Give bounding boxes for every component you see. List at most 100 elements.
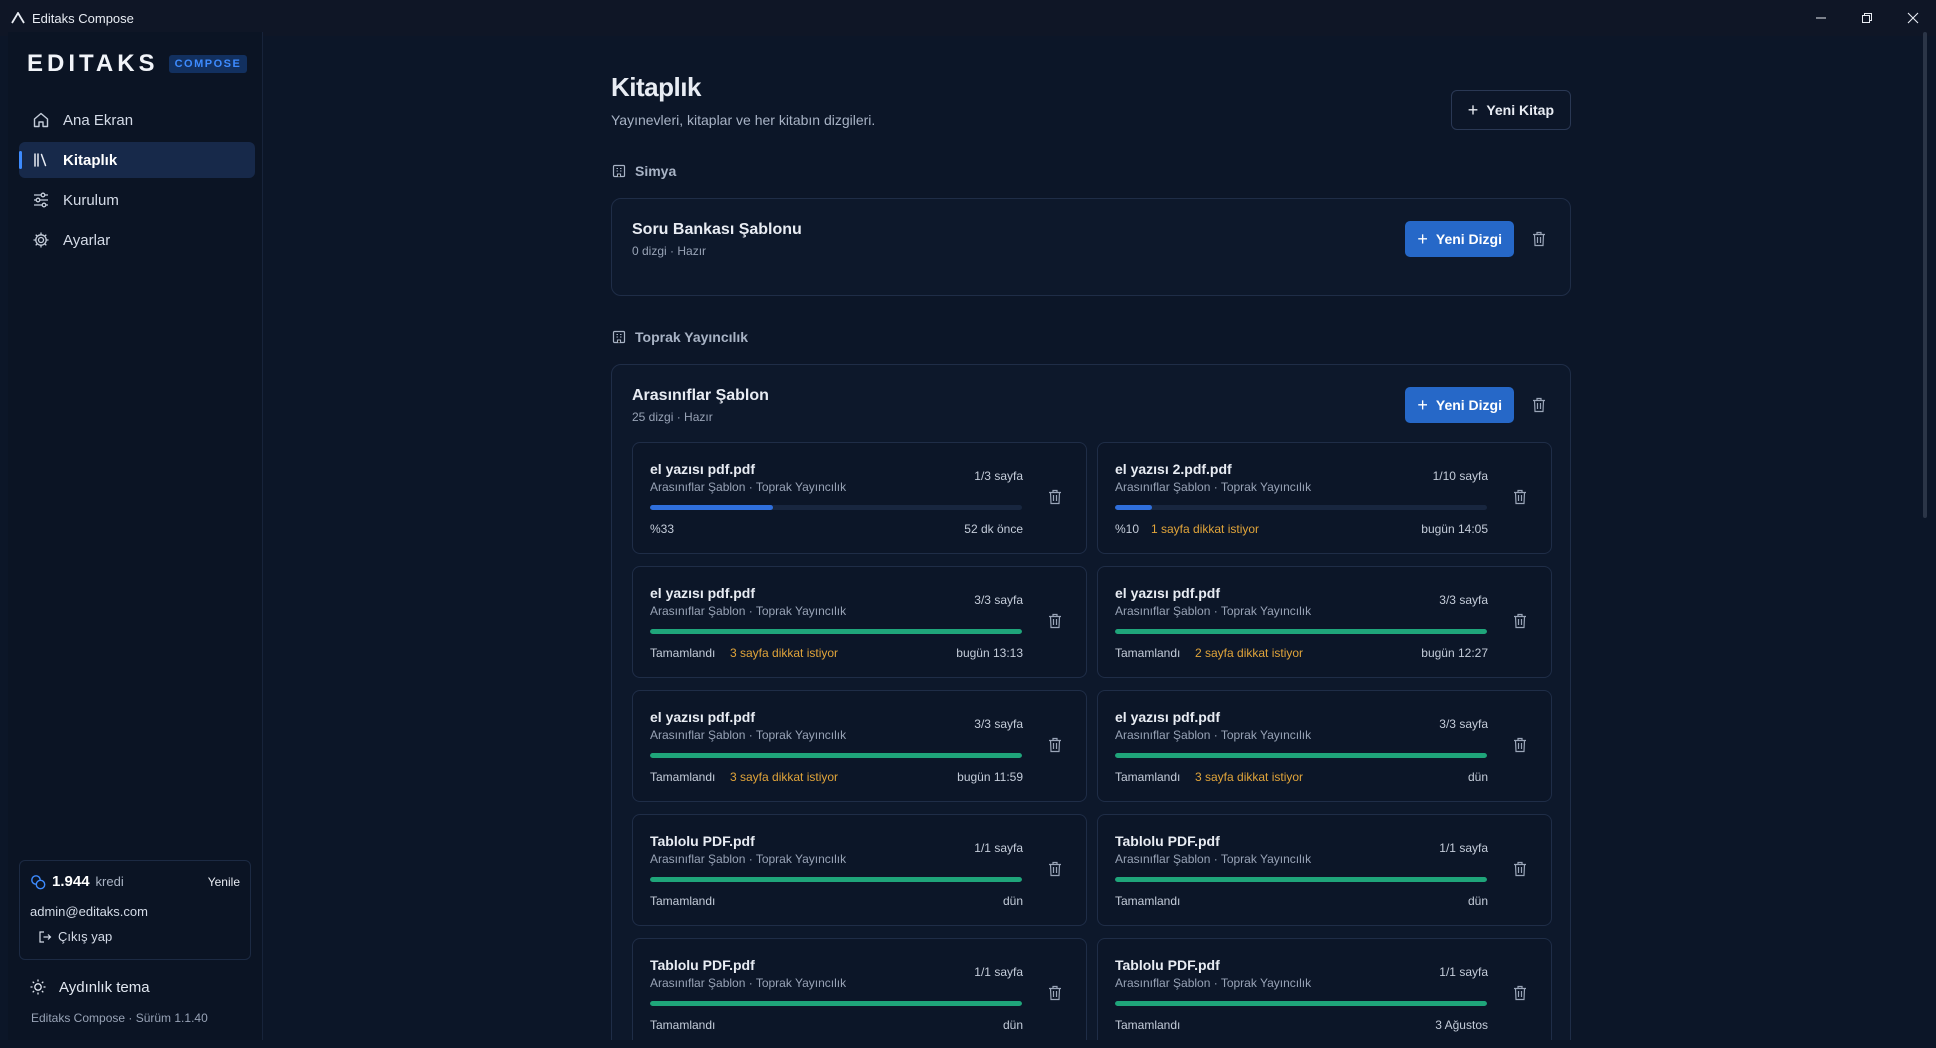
gear-icon xyxy=(31,230,51,250)
sidebar: EDITAKS COMPOSE Ana Ekran Kitaplık Kurul… xyxy=(8,32,263,1040)
typeset-subtitle: Arasınıflar Şablon · Toprak Yayıncılık xyxy=(1115,852,1312,866)
delete-typeset-button[interactable] xyxy=(1048,613,1062,629)
new-typeset-button[interactable]: + Yeni Dizgi xyxy=(1405,221,1514,257)
new-book-button[interactable]: + Yeni Kitap xyxy=(1450,90,1571,130)
typeset-status: Tamamlandı xyxy=(650,894,716,908)
progress-bar xyxy=(1115,629,1487,634)
minimize-button[interactable] xyxy=(1798,0,1844,36)
attention-warning: 1 sayfa dikkat istiyor xyxy=(1151,522,1260,536)
typeset-timestamp: bugün 11:59 xyxy=(957,770,1023,784)
home-icon xyxy=(31,110,51,130)
close-window-button[interactable] xyxy=(1890,0,1936,36)
new-typeset-label: Yeni Dizgi xyxy=(1435,397,1502,413)
delete-book-button[interactable] xyxy=(1532,231,1546,247)
typeset-timestamp: dün xyxy=(1467,894,1488,908)
typeset-card[interactable]: el yazısı pdf.pdf Arasınıflar Şablon · To… xyxy=(632,690,1087,802)
typeset-card[interactable]: Tablolu PDF.pdf Arasınıflar Şablon · Topr… xyxy=(1097,814,1552,926)
delete-typeset-button[interactable] xyxy=(1513,613,1527,629)
coins-icon xyxy=(30,874,46,890)
typeset-page-count: 1/1 sayfa xyxy=(974,841,1023,855)
building-icon xyxy=(611,329,627,345)
typeset-subtitle: Arasınıflar Şablon · Toprak Yayıncılık xyxy=(1115,728,1312,742)
app-version: Editaks Compose · Sürüm 1.1.40 xyxy=(31,1011,208,1025)
typeset-page-count: 3/3 sayfa xyxy=(1439,717,1488,731)
delete-typeset-button[interactable] xyxy=(1048,861,1062,877)
main-content: Kitaplık Yayınevleri, kitaplar ve her ki… xyxy=(264,32,1928,1040)
delete-typeset-button[interactable] xyxy=(1513,489,1527,505)
progress-bar xyxy=(650,505,1022,510)
typeset-card[interactable]: el yazısı pdf.pdf Arasınıflar Şablon · To… xyxy=(1097,566,1552,678)
book-title: Soru Bankası Şablonu xyxy=(632,221,802,238)
typeset-card[interactable]: Tablolu PDF.pdf Arasınıflar Şablon · Topr… xyxy=(632,814,1087,926)
progress-bar-fill xyxy=(650,505,773,510)
credit-row: 1.944 kredi Yenile xyxy=(30,873,240,890)
logout-icon xyxy=(38,930,52,944)
progress-bar-fill xyxy=(650,753,1022,758)
delete-typeset-button[interactable] xyxy=(1048,489,1062,505)
typeset-page-count: 1/1 sayfa xyxy=(974,965,1023,979)
typeset-timestamp: dün xyxy=(1002,894,1023,908)
typeset-subtitle: Arasınıflar Şablon · Toprak Yayıncılık xyxy=(650,852,847,866)
theme-toggle-label: Aydınlık tema xyxy=(59,978,150,996)
attention-warning: 3 sayfa dikkat istiyor xyxy=(1195,770,1304,784)
book-card: Soru Bankası Şablonu 0 dizgi · Hazır + Y… xyxy=(611,198,1571,296)
credit-amount: 1.944 xyxy=(52,873,90,890)
delete-typeset-button[interactable] xyxy=(1513,985,1527,1001)
typeset-file-name: el yazısı pdf.pdf xyxy=(1115,585,1221,601)
scrollbar[interactable] xyxy=(1923,32,1927,518)
attention-warning: 2 sayfa dikkat istiyor xyxy=(1195,646,1304,660)
typeset-status: Tamamlandı xyxy=(650,1018,716,1032)
logout-button[interactable]: Çıkış yap xyxy=(38,929,112,944)
typeset-subtitle: Arasınıflar Şablon · Toprak Yayıncılık xyxy=(650,728,847,742)
theme-toggle-button[interactable]: Aydınlık tema xyxy=(29,978,150,996)
restore-button[interactable] xyxy=(1844,0,1890,36)
typeset-timestamp: bugün 12:27 xyxy=(1421,646,1488,660)
delete-book-button[interactable] xyxy=(1532,397,1546,413)
sidebar-item-kitaplik[interactable]: Kitaplık xyxy=(19,142,255,178)
typeset-card[interactable]: el yazısı pdf.pdf Arasınıflar Şablon · To… xyxy=(632,566,1087,678)
progress-bar-fill xyxy=(650,877,1022,882)
app-window: Editaks Compose EDITAKS COMPOSE Ana Ekra… xyxy=(0,0,1936,1048)
book-card: Arasınıflar Şablon 25 dizgi · Hazır + Ye… xyxy=(611,364,1571,1040)
typeset-subtitle: Arasınıflar Şablon · Toprak Yayıncılık xyxy=(650,604,847,618)
typeset-timestamp: 3 Ağustos xyxy=(1435,1018,1488,1032)
delete-typeset-button[interactable] xyxy=(1513,737,1527,753)
publisher-name: Simya xyxy=(635,163,677,179)
title-bar: Editaks Compose xyxy=(0,0,1936,36)
progress-bar xyxy=(650,877,1022,882)
typeset-card[interactable]: Tablolu PDF.pdf Arasınıflar Şablon · Topr… xyxy=(632,938,1087,1040)
typeset-card[interactable]: el yazısı 2.pdf.pdf Arasınıflar Şablon · … xyxy=(1097,442,1552,554)
typeset-timestamp: bugün 14:05 xyxy=(1421,522,1488,536)
typeset-status: Tamamlandı xyxy=(1115,770,1181,784)
account-panel: 1.944 kredi Yenile admin@editaks.com Çık… xyxy=(19,860,251,960)
progress-bar xyxy=(1115,505,1487,510)
building-icon xyxy=(611,163,627,179)
brand-logo: EDITAKS COMPOSE xyxy=(27,50,248,78)
publisher-header: Toprak Yayıncılık xyxy=(611,329,748,345)
delete-typeset-button[interactable] xyxy=(1048,737,1062,753)
typeset-card[interactable]: el yazısı pdf.pdf Arasınıflar Şablon · To… xyxy=(1097,690,1552,802)
new-typeset-button[interactable]: + Yeni Dizgi xyxy=(1405,387,1514,423)
sidebar-item-label: Ana Ekran xyxy=(63,111,134,129)
attention-warning: 3 sayfa dikkat istiyor xyxy=(730,646,839,660)
typeset-status: Tamamlandı xyxy=(650,646,716,660)
progress-bar xyxy=(1115,753,1487,758)
plus-icon: + xyxy=(1417,228,1428,249)
trash-icon xyxy=(1049,737,1061,753)
trash-icon xyxy=(1514,489,1526,505)
progress-bar xyxy=(650,753,1022,758)
sidebar-item-ayarlar[interactable]: Ayarlar xyxy=(19,222,255,258)
sidebar-item-ana-ekran[interactable]: Ana Ekran xyxy=(19,102,255,138)
page-subtitle: Yayınevleri, kitaplar ve her kitabın diz… xyxy=(611,112,876,128)
delete-typeset-button[interactable] xyxy=(1513,861,1527,877)
delete-typeset-button[interactable] xyxy=(1048,985,1062,1001)
sidebar-item-kurulum[interactable]: Kurulum xyxy=(19,182,255,218)
refresh-credits-button[interactable]: Yenile xyxy=(208,875,240,889)
typeset-subtitle: Arasınıflar Şablon · Toprak Yayıncılık xyxy=(1115,976,1312,990)
typeset-timestamp: 52 dk önce xyxy=(964,522,1023,536)
typeset-card[interactable]: Tablolu PDF.pdf Arasınıflar Şablon · Topr… xyxy=(1097,938,1552,1040)
typeset-card[interactable]: el yazısı pdf.pdf Arasınıflar Şablon · To… xyxy=(632,442,1087,554)
sidebar-item-label: Kitaplık xyxy=(63,151,118,169)
progress-bar-fill xyxy=(650,1001,1022,1006)
window-title: Editaks Compose xyxy=(32,10,134,26)
